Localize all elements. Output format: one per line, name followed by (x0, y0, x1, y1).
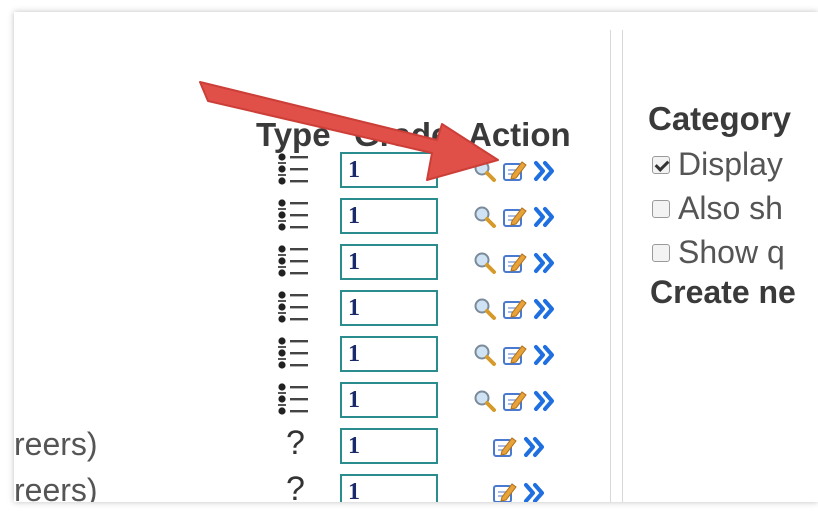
question-row (14, 336, 614, 382)
grade-column-header: Grade (354, 116, 450, 153)
list-icon (276, 244, 312, 278)
edit-icon[interactable] (502, 250, 528, 276)
row-actions (472, 204, 558, 230)
move-icon[interactable] (532, 388, 558, 414)
action-column-header: Action (468, 116, 571, 153)
grade-input[interactable] (340, 244, 438, 280)
row-actions (492, 480, 548, 502)
grade-input[interactable] (340, 198, 438, 234)
edit-icon[interactable] (502, 296, 528, 322)
preview-icon[interactable] (472, 388, 498, 414)
edit-icon[interactable] (492, 480, 518, 502)
list-icon (276, 152, 312, 186)
grade-input[interactable] (340, 290, 438, 326)
move-icon[interactable] (522, 480, 548, 502)
edit-icon[interactable] (502, 158, 528, 184)
grade-input[interactable] (340, 428, 438, 464)
preview-icon[interactable] (472, 204, 498, 230)
list-icon (276, 198, 312, 232)
question-row (14, 244, 614, 290)
display-checkbox[interactable] (652, 155, 670, 174)
preview-icon[interactable] (472, 250, 498, 276)
show-option[interactable]: Show q (652, 234, 785, 271)
question-row (14, 198, 614, 244)
unknown-type-icon: ? (286, 470, 305, 502)
edit-icon[interactable] (492, 434, 518, 460)
question-name: reers) (14, 472, 98, 502)
display-option[interactable]: Display (652, 146, 783, 183)
list-icon (276, 290, 312, 324)
preview-icon[interactable] (472, 158, 498, 184)
row-actions (472, 250, 558, 276)
question-name: reers) (14, 426, 98, 462)
edit-icon[interactable] (502, 204, 528, 230)
also-show-option[interactable]: Also sh (652, 190, 783, 227)
list-icon (276, 382, 312, 416)
preview-icon[interactable] (472, 342, 498, 368)
question-bank-panel: Type Grade Action reers)?reers)? Categor… (14, 12, 818, 502)
grade-input[interactable] (340, 382, 438, 418)
move-icon[interactable] (532, 296, 558, 322)
divider (610, 30, 611, 502)
move-icon[interactable] (532, 342, 558, 368)
grade-input[interactable] (340, 152, 438, 188)
row-actions (472, 296, 558, 322)
move-icon[interactable] (522, 434, 548, 460)
move-icon[interactable] (532, 204, 558, 230)
question-row (14, 152, 614, 198)
question-row (14, 382, 614, 428)
also-show-option-label: Also sh (678, 190, 783, 226)
show-checkbox[interactable] (652, 243, 670, 262)
question-row: reers)? (14, 424, 614, 474)
list-icon (276, 336, 312, 370)
grade-input[interactable] (340, 474, 438, 502)
display-option-label: Display (678, 146, 783, 182)
create-new-link[interactable]: Create ne (650, 274, 796, 311)
move-icon[interactable] (532, 158, 558, 184)
edit-icon[interactable] (502, 342, 528, 368)
row-actions (492, 434, 548, 460)
show-option-label: Show q (678, 234, 785, 270)
row-actions (472, 388, 558, 414)
row-actions (472, 342, 558, 368)
unknown-type-icon: ? (286, 424, 305, 462)
divider (622, 30, 623, 502)
question-row: reers)? (14, 470, 614, 502)
edit-icon[interactable] (502, 388, 528, 414)
grade-input[interactable] (340, 336, 438, 372)
move-icon[interactable] (532, 250, 558, 276)
category-title: Category (648, 100, 792, 137)
type-column-header: Type (256, 116, 331, 153)
question-row (14, 290, 614, 336)
also-show-checkbox[interactable] (652, 199, 670, 218)
preview-icon[interactable] (472, 296, 498, 322)
row-actions (472, 158, 558, 184)
